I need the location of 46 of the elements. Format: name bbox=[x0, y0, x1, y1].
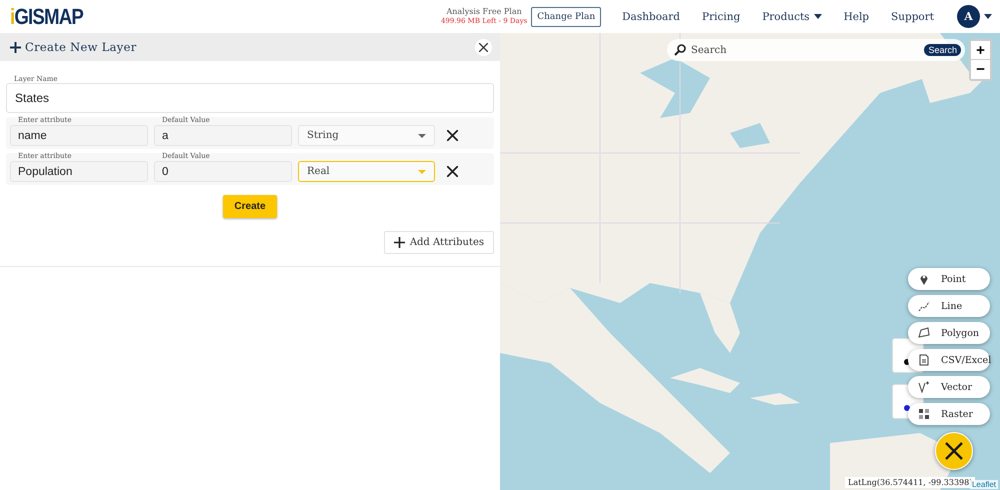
layer-name-field[interactable]: States bbox=[6, 83, 494, 113]
default-value-field[interactable]: 0 bbox=[154, 161, 292, 182]
polygon-button[interactable]: Polygon bbox=[908, 322, 990, 344]
type-dropdown[interactable]: Real bbox=[298, 161, 435, 182]
polyline-icon bbox=[918, 300, 930, 312]
polygon-icon bbox=[918, 327, 930, 339]
close-button[interactable] bbox=[475, 38, 492, 56]
caret-icon[interactable] bbox=[984, 14, 992, 19]
nav-link[interactable]: Products bbox=[762, 10, 822, 22]
grid-icon bbox=[918, 408, 930, 420]
change-plan-button[interactable]: Change Plan bbox=[531, 6, 602, 26]
plus-icon bbox=[10, 42, 21, 52]
search-field[interactable]: Search Search bbox=[667, 39, 965, 61]
remove-icon[interactable] bbox=[447, 130, 458, 141]
plus-icon bbox=[394, 237, 405, 248]
plan-name: Analysis Free Plan bbox=[446, 7, 522, 17]
add-attributes-button[interactable]: Add Attributes bbox=[384, 231, 494, 254]
line-button[interactable]: Line bbox=[908, 295, 990, 317]
file-icon bbox=[918, 354, 930, 366]
create-button[interactable]: Create bbox=[223, 195, 277, 218]
raster-button[interactable]: Raster bbox=[908, 403, 990, 425]
attribute-field[interactable]: name bbox=[10, 125, 148, 146]
type-dropdown[interactable]: String bbox=[298, 125, 435, 146]
nav-link[interactable]: Support bbox=[891, 10, 934, 22]
avatar[interactable]: A bbox=[957, 5, 980, 28]
close-icon[interactable] bbox=[945, 442, 963, 460]
caret-icon[interactable] bbox=[418, 134, 426, 138]
panel-title: Create New Layer bbox=[25, 40, 138, 54]
vector-button[interactable]: Vector bbox=[908, 376, 990, 398]
nav-link[interactable]: Help bbox=[844, 10, 870, 22]
pin-icon bbox=[918, 273, 930, 285]
search-button[interactable]: Search bbox=[924, 44, 961, 56]
attribute-field[interactable]: Population bbox=[10, 161, 148, 182]
default-value-field[interactable]: a bbox=[154, 125, 292, 146]
nav-link[interactable]: Dashboard bbox=[622, 10, 680, 22]
caret-icon[interactable] bbox=[814, 14, 822, 19]
remove-icon[interactable] bbox=[447, 166, 458, 177]
attribution-link[interactable]: Leaflet bbox=[970, 480, 998, 489]
close-icon[interactable] bbox=[479, 42, 488, 52]
nav-link[interactable]: Pricing bbox=[702, 10, 740, 22]
zoom-in-button[interactable]: + bbox=[971, 41, 990, 60]
csv-button[interactable]: CSV/Excel bbox=[908, 349, 990, 371]
point-button[interactable]: Point bbox=[908, 268, 990, 290]
vector-icon bbox=[918, 381, 930, 393]
logo[interactable]: iGISMAP bbox=[10, 4, 84, 30]
search-icon bbox=[674, 44, 686, 56]
